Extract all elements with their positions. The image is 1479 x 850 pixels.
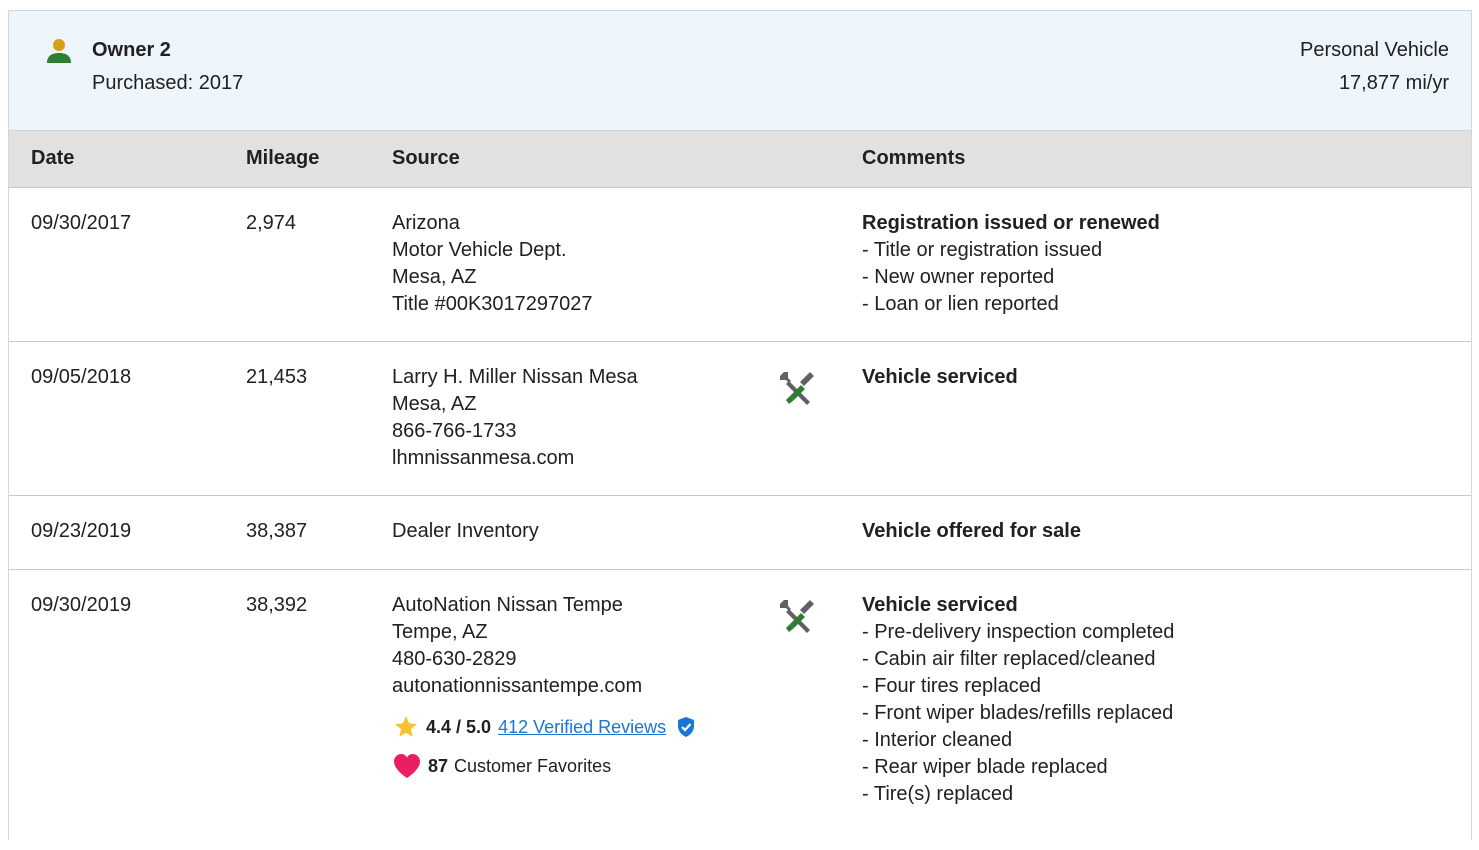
- source-line: Mesa, AZ: [392, 266, 477, 288]
- source-line: Dealer Inventory: [392, 520, 539, 542]
- customer-favorites: 87 Customer Favorites: [392, 752, 696, 780]
- comment-item: - Interior cleaned: [862, 729, 1013, 751]
- comment-item: - Cabin air filter replaced/cleaned: [862, 648, 1156, 670]
- wrench-screwdriver-icon: [780, 372, 814, 405]
- row-mileage: 21,453: [246, 366, 308, 388]
- row-source: AutoNation Nissan Tempe Tempe, AZ 480-63…: [392, 592, 696, 780]
- comment-title: Registration issued or renewed: [862, 212, 1160, 234]
- favorites-label: Customer Favorites: [454, 756, 612, 776]
- row-comments: Vehicle serviced: [862, 364, 1018, 391]
- owner-name: Owner 2: [92, 39, 171, 61]
- row-comments: Vehicle serviced - Pre-delivery inspecti…: [862, 592, 1174, 808]
- table-row: 09/23/2019 38,387 Dealer Inventory Vehic…: [9, 496, 1471, 570]
- table-row: 09/30/2019 38,392 AutoNation Nissan Temp…: [9, 570, 1471, 850]
- row-source: Dealer Inventory: [392, 518, 539, 545]
- source-line: autonationnissantempe.com: [392, 675, 643, 697]
- source-line: Motor Vehicle Dept.: [392, 239, 567, 261]
- comment-item: - Tire(s) replaced: [862, 783, 1014, 805]
- source-line: Larry H. Miller Nissan Mesa: [392, 366, 638, 388]
- rating-value: 4.4 / 5.0: [426, 717, 492, 737]
- source-line: AutoNation Nissan Tempe: [392, 594, 623, 616]
- row-mileage: 38,392: [246, 594, 308, 616]
- person-icon: [47, 39, 71, 63]
- row-comments: Vehicle offered for sale: [862, 518, 1081, 545]
- row-date: 09/30/2019: [31, 594, 132, 616]
- comment-title: Vehicle offered for sale: [862, 520, 1081, 542]
- heart-icon: [394, 754, 420, 778]
- comment-item: - Title or registration issued: [862, 239, 1103, 261]
- header-date: Date: [31, 147, 75, 169]
- owner-history-card: Owner 2 Purchased: 2017 Personal Vehicle…: [8, 10, 1472, 840]
- comment-item: - Loan or lien reported: [862, 293, 1059, 315]
- header-mileage: Mileage: [246, 147, 320, 169]
- source-line: Arizona: [392, 212, 460, 234]
- owner-use-type: Personal Vehicle: [1300, 39, 1449, 61]
- row-source: Arizona Motor Vehicle Dept. Mesa, AZ Tit…: [392, 210, 593, 318]
- comment-item: - Rear wiper blade replaced: [862, 756, 1108, 778]
- comment-item: - Pre-delivery inspection completed: [862, 621, 1175, 643]
- row-source: Larry H. Miller Nissan Mesa Mesa, AZ 866…: [392, 364, 638, 472]
- wrench-screwdriver-icon: [780, 600, 814, 633]
- source-line: lhmnissanmesa.com: [392, 447, 575, 469]
- comment-title: Vehicle serviced: [862, 594, 1018, 616]
- source-line: 480-630-2829: [392, 648, 517, 670]
- row-date: 09/23/2019: [31, 520, 132, 542]
- row-mileage: 2,974: [246, 212, 297, 234]
- header-source: Source: [392, 147, 460, 169]
- service-icon-cell: [777, 369, 817, 417]
- comment-title: Vehicle serviced: [862, 366, 1018, 388]
- source-line: Mesa, AZ: [392, 393, 477, 415]
- row-comments: Registration issued or renewed - Title o…: [862, 210, 1160, 318]
- owner-miles-per-year: 17,877 mi/yr: [1338, 72, 1449, 94]
- table-row: 09/05/2018 21,453 Larry H. Miller Nissan…: [9, 342, 1471, 496]
- star-icon: [395, 716, 417, 737]
- table-header: Date Mileage Source Comments: [9, 131, 1471, 188]
- favorites-count: 87: [428, 756, 449, 776]
- row-date: 09/05/2018: [31, 366, 132, 388]
- comment-item: - New owner reported: [862, 266, 1055, 288]
- row-mileage: 38,387: [246, 520, 308, 542]
- header-comments: Comments: [862, 147, 966, 169]
- verified-shield-icon: [678, 717, 695, 737]
- source-line: 866-766-1733: [392, 420, 517, 442]
- source-line: Title #00K3017297027: [392, 293, 593, 315]
- comment-item: - Four tires replaced: [862, 675, 1041, 697]
- dealer-rating: 4.4 / 5.0 412 Verified Reviews: [392, 714, 696, 740]
- table-row: 09/30/2017 2,974 Arizona Motor Vehicle D…: [9, 188, 1471, 342]
- service-icon-cell: [777, 597, 817, 645]
- source-line: Tempe, AZ: [392, 621, 488, 643]
- owner-purchased: Purchased: 2017: [92, 72, 244, 94]
- comment-item: - Front wiper blades/refills replaced: [862, 702, 1174, 724]
- owner-header: Owner 2 Purchased: 2017 Personal Vehicle…: [9, 11, 1471, 131]
- row-date: 09/30/2017: [31, 212, 132, 234]
- verified-reviews-link[interactable]: 412 Verified Reviews: [498, 715, 666, 739]
